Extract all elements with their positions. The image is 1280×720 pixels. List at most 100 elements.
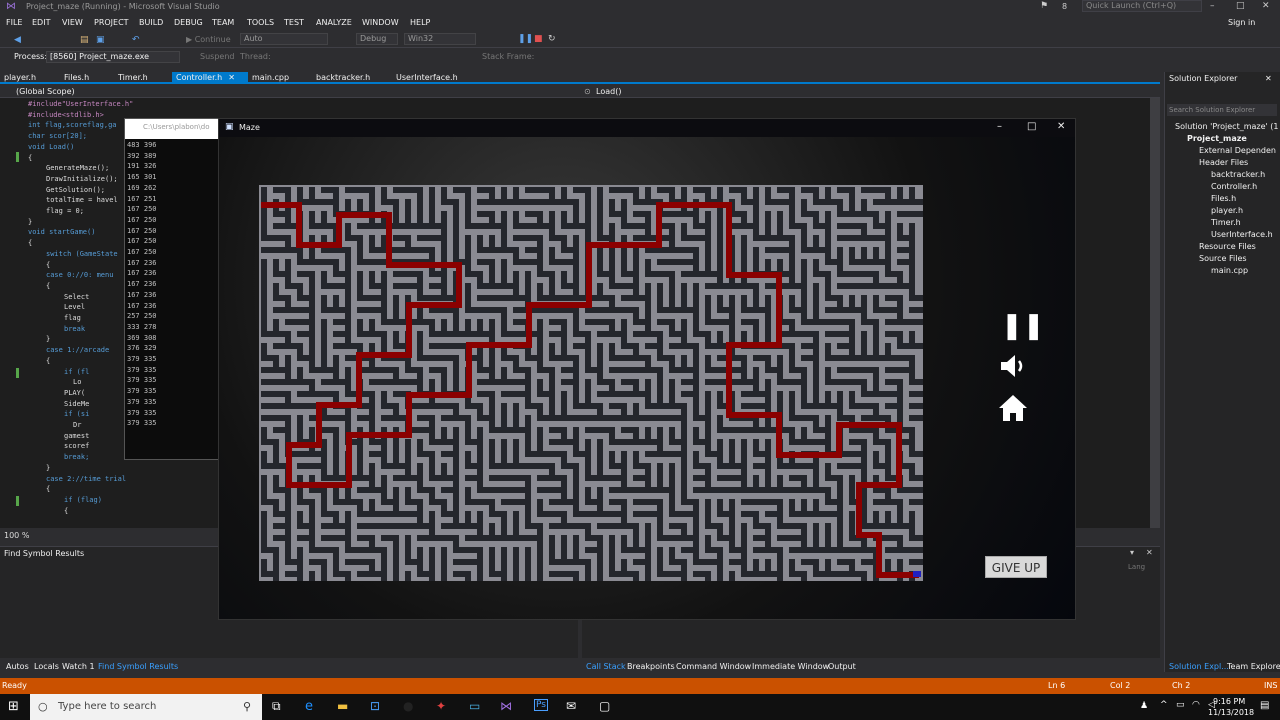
tab-backtracker-h[interactable]: backtracker.h	[312, 72, 374, 84]
menu-file[interactable]: FILE	[6, 18, 22, 27]
tab-team-explorer[interactable]: Team Explorer	[1227, 662, 1280, 671]
menu-team[interactable]: TEAM	[212, 18, 234, 27]
back-icon[interactable]: ◀	[14, 35, 21, 45]
store-icon[interactable]: ⊡	[370, 699, 380, 713]
menu-build[interactable]: BUILD	[139, 18, 163, 27]
tab-main-cpp[interactable]: main.cpp	[248, 72, 293, 84]
debug-dropdown[interactable]: Debug	[356, 33, 398, 45]
edge-icon[interactable]: e	[305, 699, 313, 714]
config-dropdown[interactable]: Auto	[240, 33, 328, 45]
tab-command-window[interactable]: Command Window	[676, 662, 751, 671]
solution-tree-item[interactable]: UserInterface.h	[1211, 230, 1273, 239]
menu-window[interactable]: WINDOW	[362, 18, 399, 27]
notification-count[interactable]: 8	[1062, 2, 1067, 11]
pin-icon[interactable]: ▾	[1130, 548, 1134, 557]
notification-flag-icon[interactable]: ⚑	[1040, 1, 1048, 11]
suspend-button[interactable]: Suspend	[200, 52, 234, 61]
chrome-like-icon[interactable]: ✦	[436, 699, 446, 713]
maximize-icon[interactable]: □	[1236, 1, 1245, 11]
app-circle-icon[interactable]: ●	[403, 699, 413, 713]
solution-tree-item[interactable]: Files.h	[1211, 194, 1236, 203]
solution-tree-item[interactable]: backtracker.h	[1211, 170, 1265, 179]
pause-icon[interactable]: ❚❚	[1001, 313, 1045, 339]
tab-timer-h[interactable]: Timer.h	[114, 72, 152, 84]
task-view-icon[interactable]: ⧉	[272, 699, 281, 714]
continue-button[interactable]: ▶ Continue	[186, 35, 231, 44]
solution-tree-item[interactable]: Source Files	[1199, 254, 1247, 263]
clock-date[interactable]: 11/13/2018	[1208, 708, 1254, 717]
tab-controller-h[interactable]: Controller.h ✕	[172, 72, 248, 84]
sign-in-link[interactable]: Sign in	[1228, 18, 1255, 27]
menu-project[interactable]: PROJECT	[94, 18, 129, 27]
visual-studio-icon[interactable]: ⋈	[500, 699, 512, 713]
give-up-button[interactable]: GIVE UP	[985, 556, 1047, 578]
save-icon[interactable]: ▣	[96, 35, 105, 45]
tab-solution-explorer[interactable]: Solution Expl...	[1169, 662, 1229, 671]
zoom-level[interactable]: 100 %	[4, 531, 29, 540]
mail-icon[interactable]: ✉	[566, 699, 576, 713]
maximize-icon[interactable]: □	[1027, 121, 1036, 132]
tab-output[interactable]: Output	[828, 662, 856, 671]
open-folder-icon[interactable]: ▤	[80, 35, 89, 45]
solution-tree-item[interactable]: External Dependen	[1199, 146, 1276, 155]
close-icon[interactable]: ✕	[1262, 1, 1270, 11]
close-panel-icon[interactable]: ✕	[1265, 74, 1272, 83]
solution-tree-item[interactable]: Timer.h	[1211, 218, 1241, 227]
home-icon[interactable]	[997, 393, 1029, 423]
maze-game-window[interactable]: ▣ Maze – □ ✕ ❚❚ GIVE UP	[218, 118, 1076, 620]
solution-tree-item[interactable]: Controller.h	[1211, 182, 1257, 191]
member-dropdown[interactable]: Load()	[596, 87, 621, 96]
minimize-icon[interactable]: –	[1210, 1, 1215, 11]
solution-tree-item[interactable]: Resource Files	[1199, 242, 1256, 251]
notification-center-icon[interactable]: ▤	[1260, 700, 1269, 711]
messages-icon[interactable]: ▭	[469, 699, 480, 713]
scope-dropdown[interactable]: (Global Scope)	[16, 87, 75, 96]
close-icon[interactable]: ✕	[1057, 121, 1065, 132]
solution-tree-item[interactable]: Project_maze	[1187, 134, 1247, 143]
sound-icon[interactable]	[999, 353, 1029, 379]
photoshop-icon[interactable]: Ps	[534, 699, 548, 711]
solution-search-input[interactable]: Search Solution Explorer	[1167, 104, 1277, 116]
tab-immediate-window[interactable]: Immediate Window	[752, 662, 829, 671]
tab-userinterface-h[interactable]: UserInterface.h	[392, 72, 462, 84]
process-dropdown[interactable]: [8560] Project_maze.exe	[46, 51, 180, 63]
restart-icon[interactable]: ↻	[548, 34, 556, 44]
quick-launch-input[interactable]: Quick Launch (Ctrl+Q)	[1082, 0, 1202, 12]
window-app-icon[interactable]: ▢	[599, 699, 610, 713]
tab-breakpoints[interactable]: Breakpoints	[627, 662, 675, 671]
tab-watch-1[interactable]: Watch 1	[62, 662, 95, 671]
tab-player-h[interactable]: player.h	[0, 72, 40, 84]
close-tab-icon[interactable]: ✕	[228, 73, 235, 82]
menu-edit[interactable]: EDIT	[32, 18, 50, 27]
file-explorer-icon[interactable]: ▬	[337, 699, 348, 713]
editor-scrollbar[interactable]	[1150, 98, 1160, 528]
microphone-icon[interactable]: ⚲	[243, 700, 251, 713]
wifi-icon[interactable]: ◠	[1192, 700, 1200, 710]
solution-tree-item[interactable]: main.cpp	[1211, 266, 1248, 275]
tray-chevron-icon[interactable]: ^	[1160, 700, 1168, 710]
solution-tree-item[interactable]: Solution 'Project_maze' (1	[1175, 122, 1278, 131]
windows-start-icon[interactable]: ⊞	[8, 699, 19, 714]
menu-tools[interactable]: TOOLS	[247, 18, 274, 27]
undo-icon[interactable]: ↶	[132, 35, 140, 45]
clock-time[interactable]: 9:16 PM	[1213, 697, 1245, 706]
close-panel-icon[interactable]: ✕	[1146, 548, 1153, 557]
tab-autos[interactable]: Autos	[6, 662, 29, 671]
pause-icon[interactable]: ❚❚	[518, 34, 533, 44]
tab-files-h[interactable]: Files.h	[60, 72, 93, 84]
solution-tree-item[interactable]: Header Files	[1199, 158, 1248, 167]
tab-find-symbol-results[interactable]: Find Symbol Results	[98, 662, 178, 671]
menu-help[interactable]: HELP	[410, 18, 430, 27]
platform-dropdown[interactable]: Win32	[404, 33, 476, 45]
menu-view[interactable]: VIEW	[62, 18, 83, 27]
taskbar-search-input[interactable]: Type here to search	[30, 694, 262, 720]
tab-call-stack[interactable]: Call Stack	[586, 662, 626, 671]
menu-test[interactable]: TEST	[284, 18, 304, 27]
stop-icon[interactable]: ■	[534, 34, 543, 44]
tab-locals[interactable]: Locals	[34, 662, 59, 671]
solution-tree-item[interactable]: player.h	[1211, 206, 1243, 215]
people-icon[interactable]: ♟	[1140, 701, 1148, 711]
menu-analyze[interactable]: ANALYZE	[316, 18, 352, 27]
console-window[interactable]: C:\Users\plabon\do 483 396 392 389 191 326…	[124, 118, 221, 460]
battery-icon[interactable]: ▭	[1176, 700, 1185, 710]
